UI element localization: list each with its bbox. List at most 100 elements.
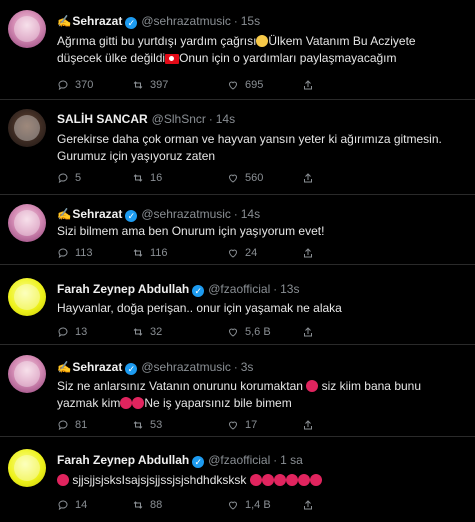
reply-count: 14: [75, 499, 88, 511]
tweet-header: ✍Sehrazat ✓ @sehrazatmusic · 3s: [57, 360, 254, 375]
display-name[interactable]: Sehrazat: [72, 207, 122, 221]
timestamp[interactable]: 15s: [241, 14, 260, 28]
like-count: 695: [245, 79, 264, 91]
avatar[interactable]: [8, 109, 46, 147]
reply-button[interactable]: 113: [57, 247, 93, 259]
reply-icon: [58, 173, 68, 184]
share-icon: [304, 327, 312, 337]
display-name[interactable]: Farah Zeynep Abdullah: [57, 453, 189, 467]
retweet-button[interactable]: 397: [132, 79, 168, 91]
tweet[interactable]: ✍Sehrazat ✓ @sehrazatmusic · 14s Sizi bilmem…: [0, 195, 475, 265]
display-name[interactable]: Farah Zeynep Abdullah: [57, 282, 189, 296]
reply-button[interactable]: 13: [57, 326, 87, 338]
handle[interactable]: @sehrazatmusic: [141, 14, 231, 28]
like-icon: [228, 328, 238, 337]
angry-emoji: [273, 474, 286, 486]
tweet-header: Farah Zeynep Abdullah ✓ @fzaofficial · 13s: [57, 282, 300, 297]
timestamp[interactable]: 14s: [216, 112, 235, 126]
reply-count: 370: [75, 79, 94, 91]
share-button[interactable]: [302, 172, 314, 184]
like-count: 1,4 B: [245, 499, 271, 511]
like-button[interactable]: 560: [227, 172, 263, 184]
like-button[interactable]: 1,4 B: [227, 499, 271, 511]
display-name[interactable]: Sehrazat: [72, 360, 122, 374]
retweet-button[interactable]: 32: [132, 326, 162, 338]
like-count: 5,6 B: [245, 326, 271, 338]
tweet[interactable]: ✍Sehrazat ✓ @sehrazatmusic · 15s Ağrıma gitt…: [0, 0, 475, 100]
tweet[interactable]: SALİH SANCAR @SlhSncr · 14s Gerekirse daha …: [0, 100, 475, 195]
share-button[interactable]: [302, 326, 314, 338]
avatar[interactable]: [8, 278, 46, 316]
retweet-button[interactable]: 16: [132, 172, 162, 184]
timestamp[interactable]: 3s: [241, 360, 254, 374]
retweet-button[interactable]: 88: [132, 499, 162, 511]
retweet-icon: [133, 249, 143, 257]
like-button[interactable]: 17: [227, 419, 257, 431]
tweet-actions: 113 116 24: [57, 247, 463, 261]
like-button[interactable]: 695: [227, 79, 263, 91]
tweet[interactable]: Farah Zeynep Abdullah ✓ @fzaofficial · 13s H…: [0, 265, 475, 345]
tweet-actions: 13 32 5,6 B: [57, 326, 463, 340]
quill-emoji: ✍: [57, 16, 72, 28]
like-button[interactable]: 24: [227, 247, 257, 259]
retweet-icon: [133, 174, 143, 182]
tweet-actions: 370 397 695: [57, 79, 463, 93]
retweet-button[interactable]: 53: [132, 419, 162, 431]
share-icon: [304, 80, 312, 90]
reply-icon: [58, 420, 68, 431]
avatar[interactable]: [8, 204, 46, 242]
like-icon: [228, 421, 238, 430]
angry-emoji: [261, 474, 274, 486]
handle[interactable]: @sehrazatmusic: [141, 360, 231, 374]
reply-icon: [58, 500, 68, 511]
timestamp[interactable]: 14s: [241, 207, 260, 221]
share-icon: [304, 500, 312, 510]
reply-button[interactable]: 370: [57, 79, 93, 91]
timestamp[interactable]: 13s: [280, 282, 299, 296]
handle[interactable]: @sehrazatmusic: [141, 207, 231, 221]
share-button[interactable]: [302, 499, 314, 511]
reply-button[interactable]: 14: [57, 499, 87, 511]
display-name[interactable]: SALİH SANCAR: [57, 112, 148, 126]
retweet-icon: [133, 421, 143, 429]
handle[interactable]: @fzaofficial: [208, 453, 270, 467]
tweet[interactable]: Farah Zeynep Abdullah ✓ @fzaofficial · 1 sa …: [0, 437, 475, 522]
retweet-icon: [133, 328, 143, 336]
tweet[interactable]: ✍Sehrazat ✓ @sehrazatmusic · 3s Siz ne anlar…: [0, 345, 475, 437]
angry-emoji: [309, 474, 322, 486]
tweet-text: Siz ne anlarsınız Vatanın onurunu koruma…: [57, 379, 422, 410]
retweet-count: 88: [150, 499, 163, 511]
retweet-icon: [133, 81, 143, 89]
like-icon: [228, 501, 238, 510]
display-name[interactable]: Sehrazat: [72, 14, 122, 28]
quill-emoji: ✍: [57, 362, 72, 374]
tweet-feed: ✍Sehrazat ✓ @sehrazatmusic · 15s Ağrıma gitt…: [0, 0, 475, 522]
like-button[interactable]: 5,6 B: [227, 326, 271, 338]
angry-emoji: [57, 474, 69, 486]
tweet-actions: 81 53 17: [57, 419, 463, 433]
share-button[interactable]: [302, 79, 314, 91]
tweet-text: Hayvanlar, doğa perişan.. onur için yaşa…: [57, 301, 342, 315]
retweet-count: 116: [150, 247, 168, 259]
share-button[interactable]: [302, 419, 314, 431]
angry-emoji: [249, 474, 262, 486]
reply-count: 13: [75, 326, 88, 338]
avatar[interactable]: [8, 355, 46, 393]
share-button[interactable]: [302, 247, 314, 259]
tweet-text: Sizi bilmem ama ben Onurum için yaşıyoru…: [57, 224, 325, 238]
verified-icon: ✓: [125, 363, 138, 375]
angry-emoji: [120, 397, 133, 409]
retweet-button[interactable]: 116: [132, 247, 168, 259]
reply-count: 5: [75, 172, 82, 184]
avatar[interactable]: [8, 10, 46, 48]
handle[interactable]: @fzaofficial: [208, 282, 270, 296]
reply-count: 113: [75, 247, 93, 259]
handle[interactable]: @SlhSncr: [152, 112, 206, 126]
avatar[interactable]: [8, 449, 46, 487]
retweet-icon: [133, 501, 143, 509]
reply-button[interactable]: 5: [57, 172, 81, 184]
angry-emoji: [285, 474, 298, 486]
timestamp[interactable]: 1 sa: [280, 453, 303, 467]
verified-icon: ✓: [125, 17, 138, 29]
reply-button[interactable]: 81: [57, 419, 87, 431]
